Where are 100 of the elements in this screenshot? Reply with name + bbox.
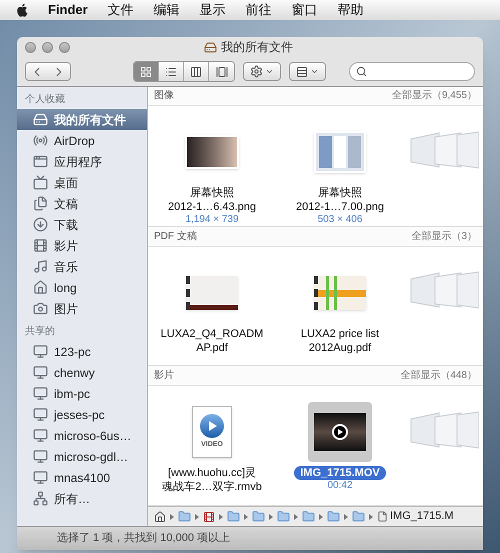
- coverflow-view-icon: [216, 66, 228, 78]
- home-icon[interactable]: [154, 510, 166, 523]
- show-all-link[interactable]: 全部显示（448）: [400, 368, 477, 384]
- chevron-icon: [344, 514, 348, 520]
- screenshot-thumbnail: [314, 130, 366, 173]
- sidebar-item[interactable]: AirDrop: [17, 130, 147, 151]
- sidebar-item[interactable]: 音乐: [17, 256, 147, 277]
- file-icon[interactable]: [377, 511, 388, 522]
- computer-icon: [33, 365, 48, 380]
- caret-icon: [310, 67, 319, 76]
- menu-item[interactable]: 前往: [246, 0, 272, 20]
- app-menu[interactable]: Finder: [48, 0, 88, 20]
- status-text: 选择了 1 项，共找到 10,000 项以上: [57, 531, 230, 546]
- search-field[interactable]: [349, 62, 475, 81]
- computer-icon: [33, 344, 48, 359]
- folder-icon[interactable]: [178, 510, 191, 524]
- menu-item[interactable]: 显示: [200, 0, 226, 20]
- view-button[interactable]: [209, 62, 234, 81]
- sidebar-item[interactable]: 我的所有文件: [17, 109, 147, 130]
- section-title: 图像: [154, 89, 174, 104]
- chevron-icon: [319, 514, 323, 520]
- file-detail: 503 × 406: [318, 214, 362, 226]
- folder-icon[interactable]: [327, 510, 340, 524]
- arrange-button[interactable]: [289, 62, 326, 81]
- downloads-icon: [33, 217, 48, 232]
- film-icon[interactable]: [203, 510, 215, 523]
- airdrop-icon: [33, 133, 48, 148]
- show-all-link[interactable]: 全部显示（3）: [411, 228, 477, 244]
- network-icon: [33, 491, 48, 506]
- section-title: PDF 文稿: [154, 230, 197, 244]
- view-button[interactable]: [134, 62, 159, 81]
- folder-icon[interactable]: [352, 510, 365, 524]
- sidebar-item[interactable]: 桌面: [17, 172, 147, 193]
- sidebar-item[interactable]: ibm-pc: [17, 383, 147, 404]
- action-button[interactable]: [243, 62, 281, 81]
- folder-icon[interactable]: [302, 510, 315, 524]
- sidebar-item[interactable]: 影片: [17, 235, 147, 256]
- menu-item[interactable]: 帮助: [338, 0, 364, 20]
- search-icon: [356, 66, 367, 77]
- menu-item[interactable]: 文件: [108, 0, 134, 20]
- music-icon: [33, 259, 48, 274]
- sidebar-heading: 个人收藏: [24, 92, 66, 107]
- file-name: LUXA2_Q4_ROADM AP.pdf: [160, 326, 264, 355]
- file-name: 屏幕快照 2012-1…6.43.png: [166, 186, 258, 214]
- computer-icon: [33, 407, 48, 422]
- file-name: IMG_1715.MOV: [294, 466, 386, 480]
- view-button[interactable]: [159, 62, 184, 81]
- back-forward-control[interactable]: [25, 62, 71, 81]
- movies-icon: [33, 238, 48, 253]
- menu-item[interactable]: 窗口: [292, 0, 318, 20]
- file-detail: 1,194 × 739: [185, 214, 239, 226]
- sidebar-item[interactable]: 123-pc: [17, 341, 147, 362]
- sidebar-item[interactable]: 应用程序: [17, 151, 147, 172]
- thumbnail-frame[interactable]: [308, 402, 372, 462]
- computer-icon: [33, 428, 48, 443]
- sidebar-item[interactable]: microso-gdl…: [17, 446, 147, 467]
- file-name: LUXA2 price list 2012Aug.pdf: [300, 326, 380, 355]
- sidebar-item[interactable]: 下载: [17, 214, 147, 235]
- pdf-document-icon: [314, 276, 366, 310]
- folder-icon[interactable]: [227, 510, 240, 524]
- menu-item[interactable]: 编辑: [154, 0, 180, 20]
- sidebar-item[interactable]: jesses-pc: [17, 404, 147, 425]
- sidebar-item[interactable]: mnas4100: [17, 467, 147, 488]
- file-name: 屏幕快照 2012-1…7.00.png: [294, 186, 386, 214]
- chevron-icon: [170, 514, 174, 520]
- columns-view-icon: [190, 66, 202, 78]
- chevron-icon: [195, 514, 199, 520]
- view-button[interactable]: [184, 62, 209, 81]
- stacked-previews-drawing: [409, 128, 479, 171]
- photo-placeholder: [185, 134, 239, 169]
- chevron-icon: [294, 514, 298, 520]
- computer-icon: [33, 449, 48, 464]
- computer-icon: [33, 386, 48, 401]
- window-title: 我的所有文件: [221, 39, 293, 56]
- caret-icon: [265, 67, 274, 76]
- pictures-icon: [33, 301, 48, 316]
- sidebar-item[interactable]: 图片: [17, 298, 147, 319]
- section-title: 影片: [154, 368, 174, 384]
- video-frame-placeholder: [314, 413, 366, 452]
- computer-icon: [33, 470, 48, 485]
- path-file[interactable]: IMG_1715.M: [390, 508, 454, 525]
- sidebar-item[interactable]: microso-6us…: [17, 425, 147, 446]
- sidebar-item[interactable]: 文稿: [17, 193, 147, 214]
- chevron-icon: [269, 514, 273, 520]
- chevron-icon: [244, 514, 248, 520]
- window-control[interactable]: [25, 42, 36, 52]
- stacked-previews-drawing: [409, 269, 479, 311]
- apple-logo-icon[interactable]: [16, 3, 28, 17]
- rows-icon: [296, 66, 308, 78]
- apps-icon: [33, 154, 48, 169]
- stacked-previews-drawing: [409, 408, 479, 451]
- file-name: [www.huohu.cc]灵 魂战车2…双字.rmvb: [161, 466, 263, 494]
- sidebar-item[interactable]: 所有…: [17, 488, 147, 509]
- sidebar-item[interactable]: chenwy: [17, 362, 147, 383]
- folder-icon[interactable]: [252, 510, 265, 524]
- window-control[interactable]: [59, 42, 70, 52]
- folder-icon[interactable]: [277, 510, 290, 524]
- show-all-link[interactable]: 全部显示（9,455）: [392, 88, 477, 104]
- window-control[interactable]: [42, 42, 53, 52]
- sidebar-item[interactable]: long: [17, 277, 147, 298]
